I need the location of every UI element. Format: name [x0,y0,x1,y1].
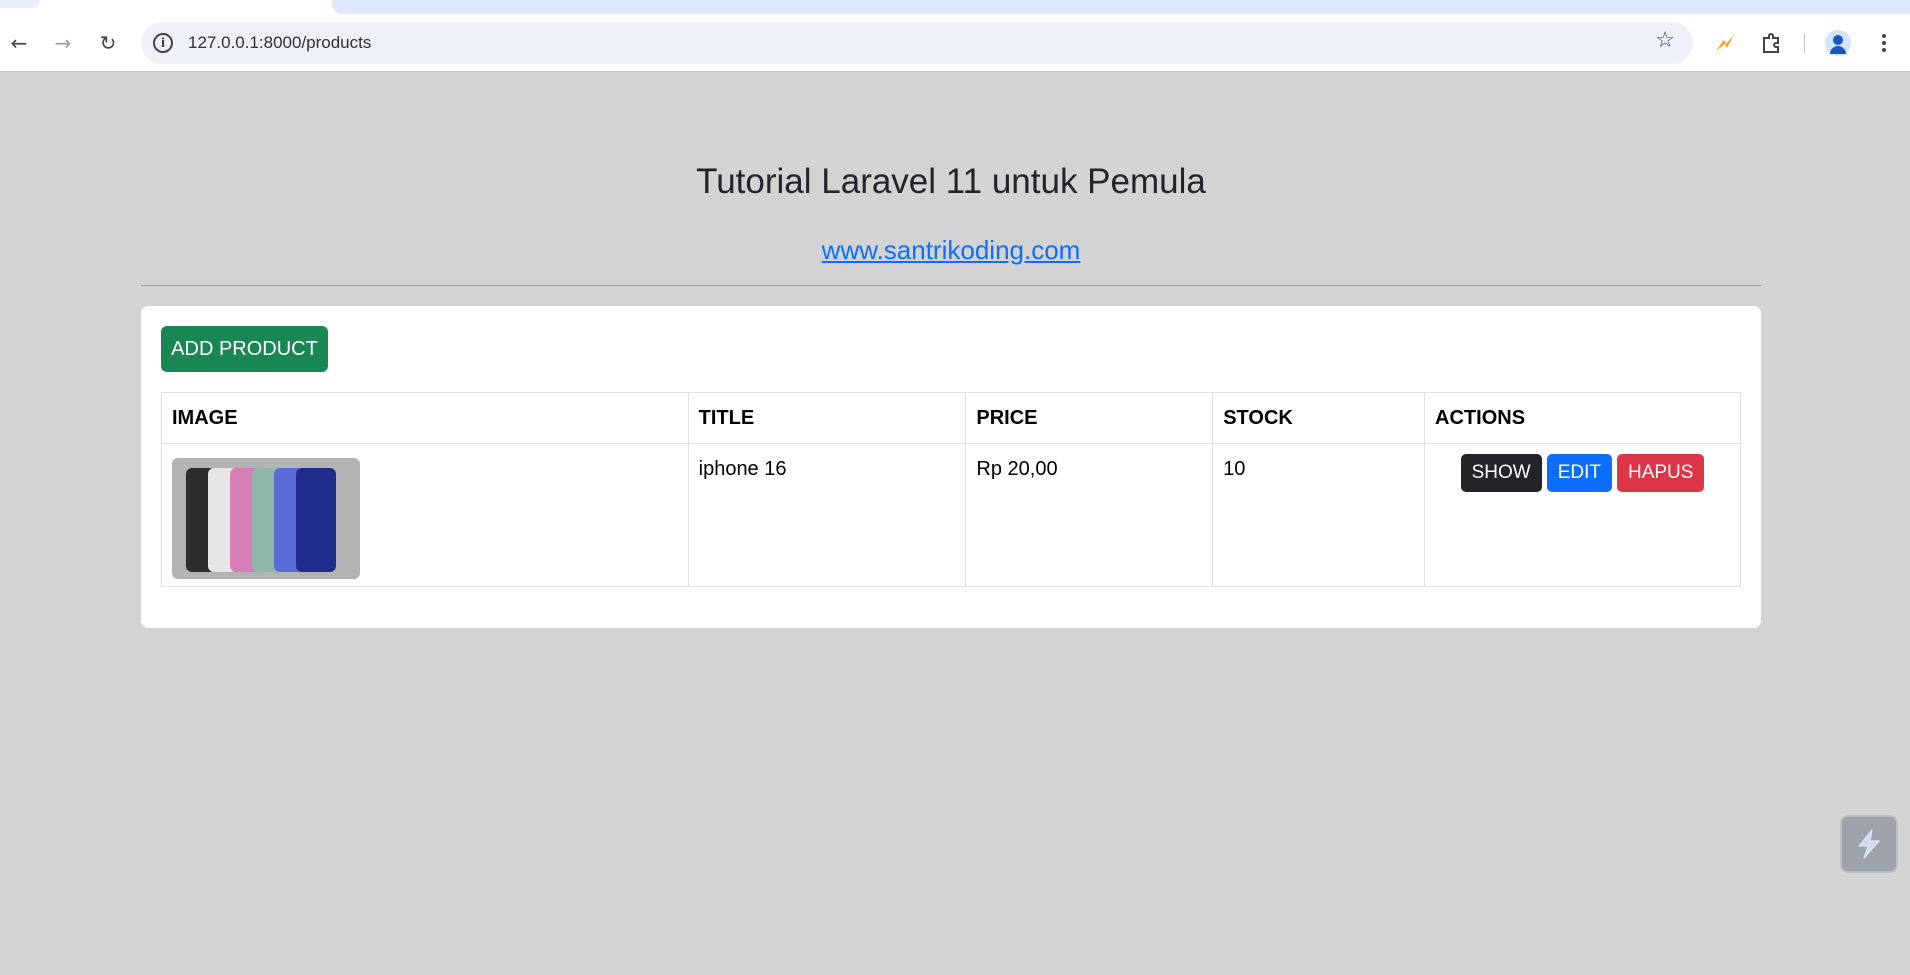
column-header-stock: STOCK [1212,392,1426,444]
tab-active[interactable] [0,0,40,8]
product-price: Rp 20,00 [965,443,1214,587]
extensions-puzzle-icon[interactable] [1755,26,1789,60]
column-header-title: TITLE [687,392,967,444]
kebab-menu-icon[interactable] [1867,26,1901,60]
product-actions-cell: SHOW EDIT HAPUS [1424,443,1741,587]
table-header-row: IMAGE TITLE PRICE STOCK ACTIONS [161,392,1741,444]
tab-strip [0,0,1910,14]
profile-avatar-icon[interactable] [1821,26,1855,60]
lightning-bolt-icon [1857,829,1881,859]
tab-strip-background [332,0,1910,14]
edit-button[interactable]: EDIT [1546,454,1612,492]
delete-button[interactable]: HAPUS [1616,454,1705,492]
product-image-cell [161,443,689,587]
action-buttons: SHOW EDIT HAPUS [1435,454,1730,492]
site-link[interactable]: www.santrikoding.com [0,235,1902,266]
header-divider [141,285,1761,286]
toolbar-separator [1804,33,1805,53]
url-text[interactable]: 127.0.0.1:8000/products [188,33,371,53]
address-bar[interactable]: i 127.0.0.1:8000/products ☆ [141,22,1693,64]
floating-widget-button[interactable] [1840,815,1898,873]
products-card: ADD PRODUCT IMAGE TITLE PRICE STOCK ACTI… [141,306,1761,628]
products-table: IMAGE TITLE PRICE STOCK ACTIONS iphone 1… [161,392,1741,587]
add-product-button[interactable]: ADD PRODUCT [161,326,328,372]
page-title: Tutorial Laravel 11 untuk Pemula [696,162,1206,201]
site-info-icon[interactable]: i [153,33,173,53]
show-button[interactable]: SHOW [1460,454,1542,492]
reload-icon[interactable]: ↻ [91,26,125,60]
table-row: iphone 16 Rp 20,00 10 SHOW EDIT HAPUS [161,443,1741,587]
product-title: iphone 16 [687,443,967,587]
column-header-image: IMAGE [161,392,689,444]
column-header-price: PRICE [965,392,1214,444]
product-image [172,458,360,579]
column-header-actions: ACTIONS [1424,392,1741,444]
browser-toolbar: ← → ↻ i 127.0.0.1:8000/products ☆ [0,0,1910,72]
product-stock: 10 [1212,443,1426,587]
forward-arrow-icon[interactable]: → [46,26,80,60]
back-arrow-icon[interactable]: ← [2,26,36,60]
bookmark-star-icon[interactable]: ☆ [1655,28,1675,53]
extension-lightning-icon[interactable] [1708,26,1742,60]
